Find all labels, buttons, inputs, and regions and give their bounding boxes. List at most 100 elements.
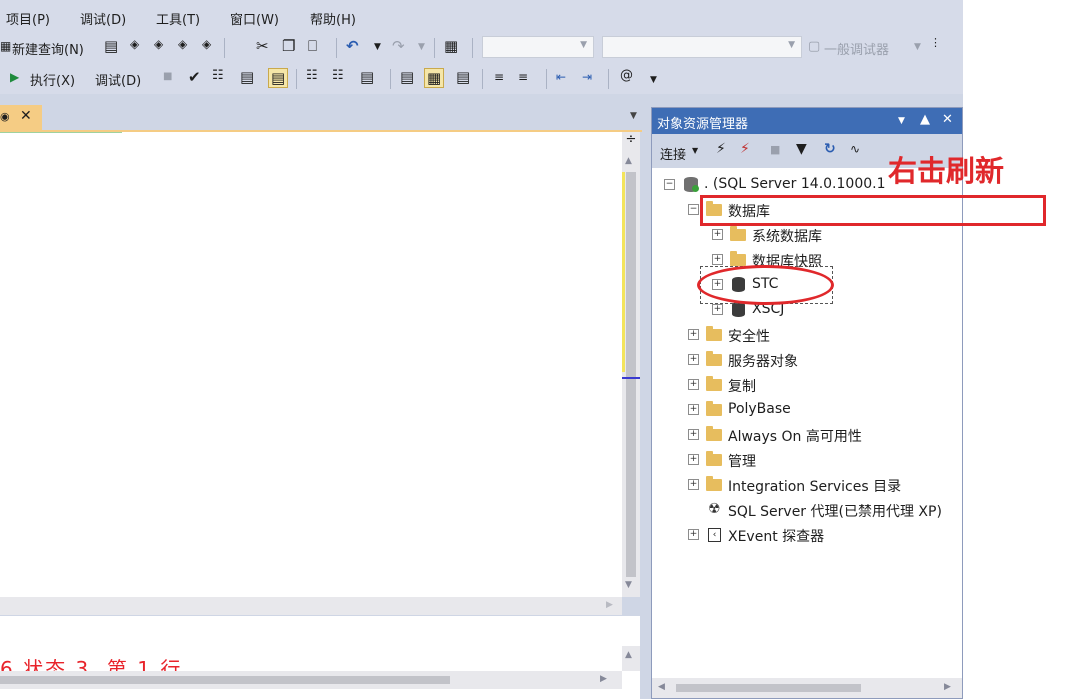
tree-node-management[interactable]: + 管理 — [688, 449, 888, 471]
live-query-statistics-icon[interactable]: ☷ — [332, 68, 344, 83]
comment-icon[interactable]: ≡ — [494, 70, 504, 84]
chevron-down-icon[interactable]: ▼ — [692, 146, 698, 155]
refresh-icon[interactable]: ↻ — [824, 141, 836, 157]
scroll-left-icon[interactable]: ◀ — [658, 682, 665, 692]
results-to-file-icon[interactable]: ▤ — [456, 68, 470, 86]
scroll-right-icon[interactable]: ▶ — [606, 600, 613, 610]
object-explorer-horizontal-scrollbar[interactable]: ◀ ▶ — [652, 678, 962, 698]
paste-icon[interactable]: ⎕ — [308, 37, 317, 55]
toolbar-separator — [482, 69, 483, 89]
filter-icon[interactable]: ▼ — [796, 141, 807, 157]
toolbar-separator — [390, 69, 391, 89]
parse-icon[interactable]: ✔ — [188, 68, 201, 86]
uncomment-icon[interactable]: ≡ — [518, 70, 528, 84]
disconnect-icon[interactable]: ⚡ — [740, 141, 750, 157]
tree-node-server[interactable]: − . (SQL Server 14.0.1000.1 — [664, 174, 924, 196]
editor-vertical-scrollbar[interactable]: ÷ ▲ ▼ — [622, 132, 640, 597]
scroll-thumb[interactable] — [626, 172, 636, 577]
specify-template-values-icon[interactable]: @ — [620, 68, 633, 83]
tab-list-dropdown-icon[interactable]: ▼ — [630, 111, 637, 121]
configuration-combo[interactable]: ▼ — [482, 36, 594, 58]
expand-icon[interactable]: + — [688, 429, 699, 440]
expand-icon[interactable]: + — [712, 254, 723, 265]
tree-node-server-objects[interactable]: + 服务器对象 — [688, 349, 888, 371]
tree-node-polybase[interactable]: + PolyBase — [688, 399, 888, 421]
messages-horizontal-scrollbar[interactable]: ▶ — [0, 671, 622, 689]
new-query-icon[interactable]: ▦ — [0, 39, 11, 53]
expand-icon[interactable]: + — [712, 229, 723, 240]
tree-node-xevent[interactable]: + ‹ XEvent 探查器 — [688, 524, 888, 546]
database-query-icon[interactable]: ▤ — [104, 37, 118, 55]
display-estimated-plan-icon[interactable]: ☷ — [212, 68, 224, 83]
collapse-icon[interactable]: − — [688, 204, 699, 215]
expand-icon[interactable]: + — [688, 404, 699, 415]
query-editor[interactable] — [0, 132, 622, 597]
toolbar-separator — [546, 69, 547, 89]
expand-icon[interactable]: + — [688, 479, 699, 490]
query-options-icon[interactable]: ▤ — [240, 68, 254, 86]
connect-icon[interactable]: ⚡ — [716, 141, 726, 157]
split-handle-icon[interactable]: ÷ — [622, 132, 640, 152]
expand-icon[interactable]: + — [688, 454, 699, 465]
toolbar-overflow-icon[interactable]: ▼ — [650, 75, 657, 85]
scroll-up-icon[interactable]: ▲ — [625, 156, 632, 166]
tree-node-label: Always On 高可用性 — [728, 429, 862, 445]
document-tab[interactable]: ◉ ✕ — [0, 105, 42, 130]
copy-icon[interactable]: ❐ — [282, 37, 295, 55]
client-statistics-icon[interactable]: ▤ — [360, 68, 374, 86]
scroll-thumb[interactable] — [676, 684, 861, 692]
scroll-right-icon[interactable]: ▶ — [600, 674, 607, 684]
solution-configurations-icon[interactable]: ▦ — [444, 37, 458, 55]
toolbar-overflow-icon[interactable]: ⋮ — [930, 36, 941, 49]
decrease-indent-icon[interactable]: ⇤ — [556, 70, 566, 84]
collapse-icon[interactable]: − — [664, 179, 675, 190]
messages-vertical-scrollbar[interactable]: ▲ — [622, 646, 640, 671]
mdx-query-icon[interactable]: ◈ — [130, 37, 139, 51]
scroll-down-icon[interactable]: ▼ — [625, 580, 632, 590]
menu-help[interactable]: 帮助(H) — [310, 9, 356, 28]
expand-icon[interactable]: + — [688, 379, 699, 390]
tree-node-integration-services[interactable]: + Integration Services 目录 — [688, 474, 948, 496]
intellisense-icon[interactable]: ▤ — [268, 68, 289, 88]
tree-node-system-databases[interactable]: + 系统数据库 — [712, 224, 912, 246]
pin-icon[interactable]: ◉ — [0, 110, 10, 123]
undo-icon[interactable]: ↶ — [346, 37, 359, 55]
expand-icon[interactable]: + — [712, 304, 723, 315]
scroll-right-icon[interactable]: ▶ — [944, 682, 951, 692]
results-to-text-icon[interactable]: ▤ — [400, 68, 414, 86]
expand-icon[interactable]: + — [688, 529, 699, 540]
close-icon[interactable]: ✕ — [20, 108, 32, 124]
platform-combo[interactable]: ▼ — [602, 36, 802, 58]
menu-window[interactable]: 窗口(W) — [230, 9, 279, 28]
expand-icon[interactable]: + — [688, 329, 699, 340]
execute-icon[interactable]: ▶ — [10, 70, 19, 84]
include-actual-plan-icon[interactable]: ☷ — [306, 68, 318, 83]
execute-button[interactable]: 执行(X) — [30, 70, 75, 89]
menu-tools[interactable]: 工具(T) — [156, 9, 200, 28]
tree-node-replication[interactable]: + 复制 — [688, 374, 888, 396]
xmla-query-icon[interactable]: ◈ — [178, 37, 187, 51]
dmx-query-icon[interactable]: ◈ — [154, 37, 163, 51]
editor-horizontal-scrollbar[interactable]: ▶ — [0, 597, 622, 615]
menu-project[interactable]: 项目(P) — [6, 9, 50, 28]
tree-node-always-on[interactable]: + Always On 高可用性 — [688, 424, 918, 446]
undo-dropdown-icon[interactable]: ▼ — [374, 42, 381, 52]
tree-node-sql-agent[interactable]: ☢ SQL Server 代理(已禁用代理 XP) — [688, 499, 960, 521]
increase-indent-icon[interactable]: ⇥ — [582, 70, 592, 84]
new-query-button[interactable]: 新建查询(N) — [12, 39, 84, 58]
scroll-up-icon[interactable]: ▲ — [625, 650, 632, 660]
scroll-thumb[interactable] — [0, 676, 450, 684]
activity-monitor-icon[interactable]: ∿ — [850, 142, 860, 156]
results-to-grid-icon[interactable]: ▦ — [424, 68, 445, 88]
dax-query-icon[interactable]: ◈ — [202, 37, 211, 51]
cut-icon[interactable]: ✂ — [256, 37, 269, 55]
close-icon[interactable]: ✕ — [942, 112, 953, 127]
tree-node-security[interactable]: + 安全性 — [688, 324, 888, 346]
redo-icon: ↷ — [392, 37, 405, 55]
debug-button[interactable]: 调试(D) — [95, 70, 141, 89]
auto-hide-pin-icon[interactable]: ▲ — [920, 112, 930, 127]
connect-button[interactable]: 连接 — [660, 144, 686, 163]
window-position-dropdown-icon[interactable]: ▼ — [898, 116, 905, 126]
menu-debug[interactable]: 调试(D) — [80, 9, 126, 28]
expand-icon[interactable]: + — [688, 354, 699, 365]
